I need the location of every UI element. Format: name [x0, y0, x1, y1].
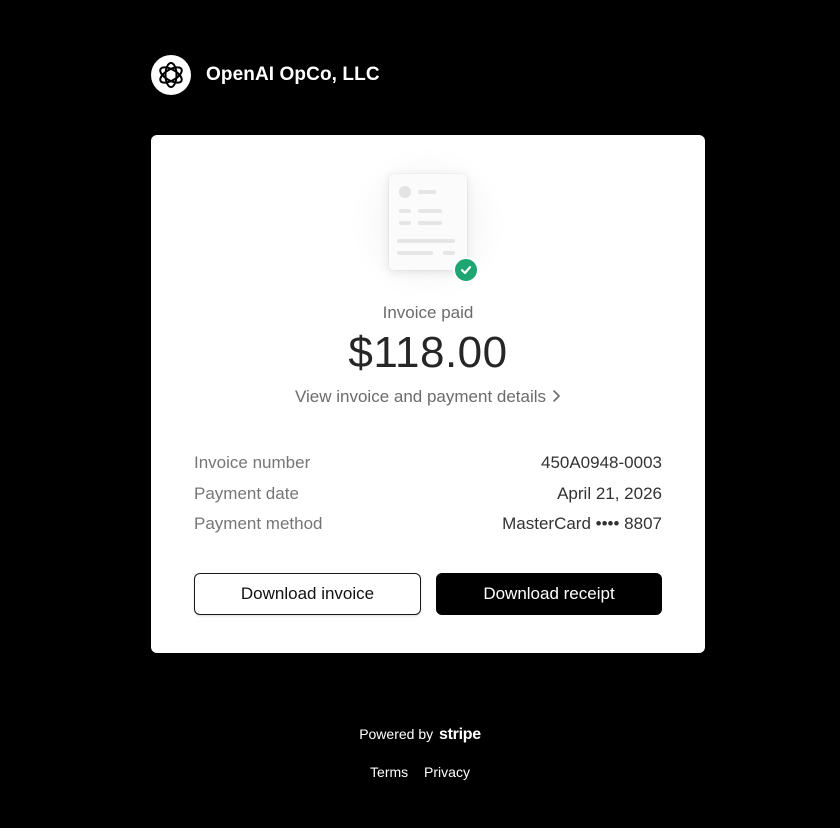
invoice-illustration	[151, 149, 705, 299]
view-details-label: View invoice and payment details	[294, 387, 547, 406]
detail-label: Payment date	[194, 483, 299, 503]
detail-row-payment-method: Payment method MasterCard •••• 8807	[194, 514, 662, 545]
document-icon	[389, 174, 467, 270]
merchant-header: OpenAI OpCo, LLC	[151, 55, 380, 95]
powered-by: Powered by stripe	[0, 726, 840, 744]
detail-row-payment-date: Payment date April 21, 2026	[194, 484, 662, 515]
invoice-details: Invoice number 450A0948-0003 Payment dat…	[194, 453, 662, 545]
invoice-card: Invoice paid $118.00 View invoice and pa…	[151, 135, 705, 653]
invoice-amount: $118.00	[348, 328, 508, 377]
detail-label: Invoice number	[194, 453, 311, 472]
invoice-status: Invoice paid	[382, 303, 474, 322]
detail-value: April 21, 2026	[557, 483, 662, 503]
privacy-link[interactable]: Privacy	[424, 764, 470, 780]
terms-link[interactable]: Terms	[370, 764, 408, 780]
footer-links: Terms Privacy	[0, 764, 840, 780]
detail-value: MasterCard •••• 8807	[502, 514, 662, 533]
chevron-right-icon	[552, 388, 561, 408]
view-details-link[interactable]: View invoice and payment details	[151, 387, 705, 408]
stripe-logo[interactable]: stripe	[439, 726, 481, 743]
powered-by-label: Powered by	[359, 726, 434, 742]
openai-logo-icon	[151, 55, 191, 95]
checkmark-icon	[453, 257, 479, 283]
detail-row-invoice-number: Invoice number 450A0948-0003	[194, 453, 662, 484]
download-receipt-button[interactable]: Download receipt	[436, 573, 662, 615]
company-name: OpenAI OpCo, LLC	[206, 64, 380, 85]
download-invoice-button[interactable]: Download invoice	[194, 573, 421, 615]
detail-value: 450A0948-0003	[540, 453, 662, 472]
detail-label: Payment method	[194, 514, 323, 533]
